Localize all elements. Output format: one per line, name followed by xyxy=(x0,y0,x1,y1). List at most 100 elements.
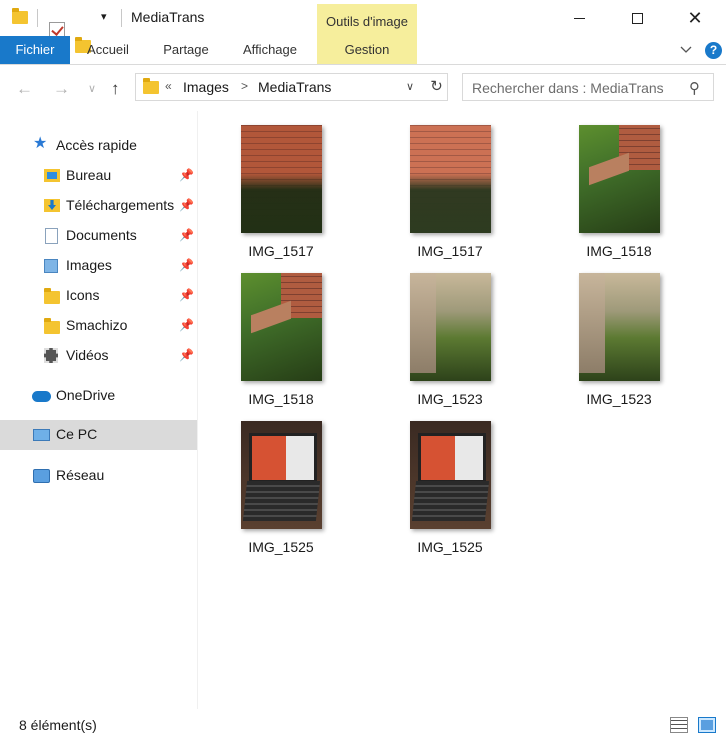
up-button[interactable]: ↑ xyxy=(111,79,120,99)
help-button[interactable]: ? xyxy=(705,42,722,59)
tab-fichier[interactable]: Fichier xyxy=(0,36,70,64)
contextual-tab-group-label: Outils d'image xyxy=(326,14,408,29)
sidebar-item-label: Ce PC xyxy=(56,426,98,442)
pane-divider[interactable] xyxy=(197,111,198,709)
maximize-button[interactable] xyxy=(608,0,666,36)
sidebar-item-label: Documents xyxy=(66,227,137,243)
navigation-bar: ← → ∨ ↑ « Images > MediaTrans ∨ ↻ Recher… xyxy=(0,65,726,111)
sidebar-item-images[interactable]: Images 📌 xyxy=(0,251,197,281)
chevron-down-icon: ∨ xyxy=(406,81,415,93)
image-thumbnail xyxy=(579,273,660,381)
folder-icon xyxy=(44,288,60,304)
chevron-down-icon xyxy=(680,46,692,53)
file-name: IMG_1525 xyxy=(417,539,483,555)
image-thumbnail xyxy=(579,125,660,233)
image-thumbnail xyxy=(410,125,491,233)
tab-accueil[interactable]: Accueil xyxy=(70,36,146,64)
file-item[interactable]: IMG_1525 xyxy=(211,421,351,571)
sidebar-item-label: Réseau xyxy=(56,467,105,483)
forward-button[interactable]: → xyxy=(53,79,70,99)
tab-partage[interactable]: Partage xyxy=(148,36,224,64)
pin-icon[interactable]: 📌 xyxy=(179,168,194,182)
minimize-button[interactable] xyxy=(550,0,608,36)
recent-locations-button[interactable]: ∨ xyxy=(88,82,96,95)
file-item[interactable]: IMG_1517 xyxy=(211,125,351,275)
pin-icon[interactable]: 📌 xyxy=(179,258,194,272)
ribbon-tabs: Fichier Accueil Partage Affichage Gestio… xyxy=(0,36,726,64)
sidebar-item-quick-access[interactable]: ★ Accès rapide xyxy=(0,131,197,161)
minimize-icon xyxy=(573,17,585,19)
star-icon: ★ xyxy=(33,135,48,152)
sidebar-item-label: Icons xyxy=(66,287,100,303)
breadcrumb-mediatrans[interactable]: MediaTrans xyxy=(258,79,331,95)
file-name: IMG_1523 xyxy=(417,391,483,407)
sidebar-item-label: Accès rapide xyxy=(56,137,137,153)
file-name: IMG_1517 xyxy=(248,243,314,259)
image-thumbnail xyxy=(241,125,322,233)
pin-icon[interactable]: 📌 xyxy=(179,288,194,302)
file-item[interactable]: IMG_1518 xyxy=(549,125,689,275)
computer-icon xyxy=(33,429,50,441)
navigation-pane: ★ Accès rapide Bureau 📌 Téléchargements … xyxy=(0,111,197,709)
sidebar-item-ce-pc[interactable]: Ce PC xyxy=(0,420,197,450)
breadcrumb-images[interactable]: Images xyxy=(183,79,229,95)
sidebar-item-label: Smachizo xyxy=(66,317,128,333)
breadcrumb-overflow[interactable]: « xyxy=(165,79,172,93)
maximize-icon xyxy=(631,12,643,24)
file-item[interactable]: IMG_1523 xyxy=(380,273,520,423)
pin-icon[interactable]: 📌 xyxy=(179,318,194,332)
image-thumbnail xyxy=(241,273,322,381)
arrow-up-icon: ↑ xyxy=(111,79,120,98)
breadcrumb-separator[interactable]: > xyxy=(241,79,248,93)
documents-icon xyxy=(45,228,58,244)
folder-icon xyxy=(143,78,159,94)
sidebar-item-bureau[interactable]: Bureau 📌 xyxy=(0,161,197,191)
customize-toolbar-icon[interactable]: ▾ xyxy=(101,10,107,23)
pin-icon[interactable]: 📌 xyxy=(179,348,194,362)
file-item[interactable]: IMG_1525 xyxy=(380,421,520,571)
videos-icon xyxy=(44,348,58,363)
file-item[interactable]: IMG_1523 xyxy=(549,273,689,423)
sidebar-item-label: Téléchargements xyxy=(66,197,175,213)
desktop-folder-icon xyxy=(44,169,60,182)
onedrive-cloud-icon xyxy=(32,391,51,402)
chevron-down-icon: ∨ xyxy=(88,83,97,95)
address-dropdown-button[interactable]: ∨ xyxy=(406,80,414,93)
pin-icon[interactable]: 📌 xyxy=(179,228,194,242)
details-view-button[interactable] xyxy=(670,717,688,733)
search-icon[interactable]: ⚲ xyxy=(689,79,700,97)
sidebar-item-onedrive[interactable]: OneDrive xyxy=(0,381,197,411)
arrow-right-icon: → xyxy=(53,79,70,98)
back-button[interactable]: ← xyxy=(16,79,33,99)
sidebar-item-label: Bureau xyxy=(66,167,112,183)
file-name: IMG_1525 xyxy=(248,539,314,555)
sidebar-item-smachizo[interactable]: Smachizo 📌 xyxy=(0,311,197,341)
file-item[interactable]: IMG_1518 xyxy=(211,273,351,423)
sidebar-item-label: Images xyxy=(66,257,112,273)
sidebar-item-documents[interactable]: Documents 📌 xyxy=(0,221,197,251)
tab-affichage[interactable]: Affichage xyxy=(230,36,310,64)
file-item[interactable]: IMG_1517 xyxy=(380,125,520,275)
image-thumbnail xyxy=(241,421,322,529)
pin-icon[interactable]: 📌 xyxy=(179,198,194,212)
arrow-left-icon: ← xyxy=(16,79,33,98)
sidebar-item-icons[interactable]: Icons 📌 xyxy=(0,281,197,311)
large-icons-view-button[interactable] xyxy=(698,717,716,733)
sidebar-item-telechargements[interactable]: Téléchargements 📌 xyxy=(0,191,197,221)
refresh-button[interactable]: ↻ xyxy=(426,73,448,101)
file-name: IMG_1523 xyxy=(586,391,652,407)
search-box[interactable]: Rechercher dans : MediaTrans ⚲ xyxy=(462,73,714,101)
image-thumbnail xyxy=(410,421,491,529)
image-thumbnail xyxy=(410,273,491,381)
window-title: MediaTrans xyxy=(131,9,205,25)
sidebar-item-reseau[interactable]: Réseau xyxy=(0,461,197,491)
status-bar: 8 élément(s) xyxy=(0,709,726,742)
file-name: IMG_1518 xyxy=(248,391,314,407)
folder-icon xyxy=(12,8,28,24)
address-bar[interactable]: « Images > MediaTrans ∨ xyxy=(135,73,448,101)
sidebar-item-videos[interactable]: Vidéos 📌 xyxy=(0,341,197,371)
expand-ribbon-button[interactable] xyxy=(680,42,692,54)
tab-gestion[interactable]: Gestion xyxy=(317,36,417,64)
close-button[interactable]: ✕ xyxy=(666,0,724,36)
folder-icon xyxy=(44,318,60,334)
